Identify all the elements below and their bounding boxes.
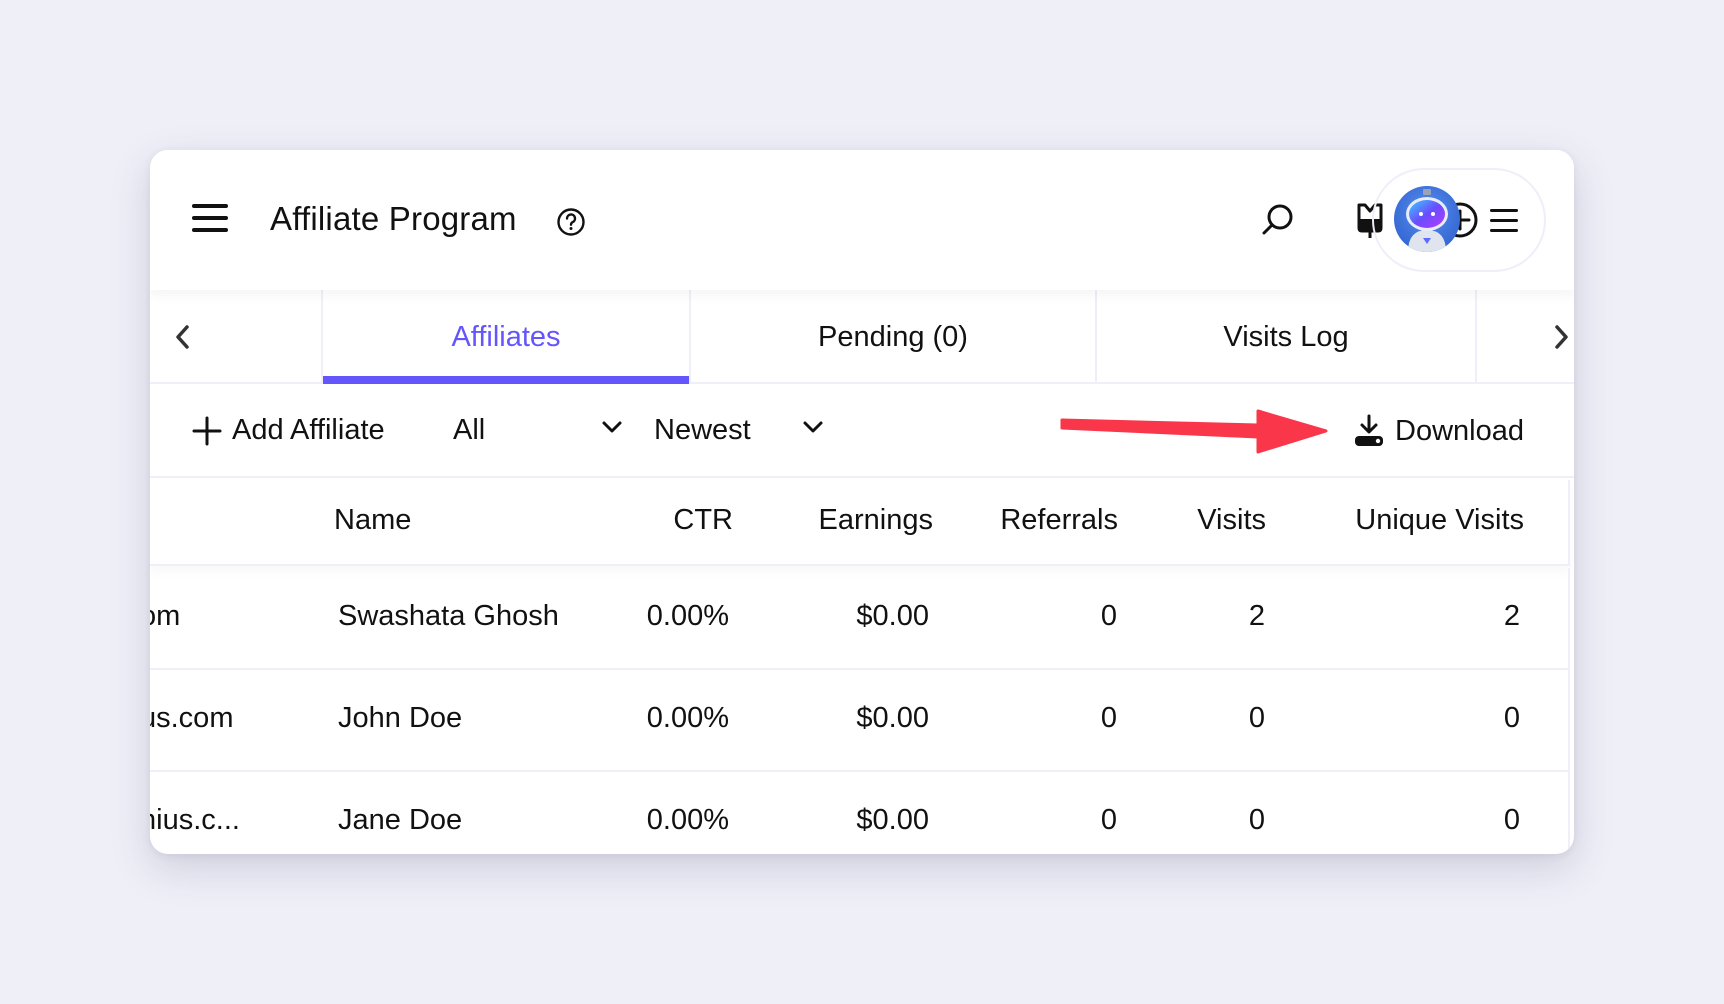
column-header-name[interactable]: Name [334, 504, 411, 537]
cell-unique-visits: 0 [1503, 804, 1520, 836]
plus-icon [192, 416, 222, 445]
column-header-unique-visits[interactable]: Unique Visits [1355, 504, 1524, 537]
column-header-visits[interactable]: Visits [1197, 504, 1266, 537]
download-label: Download [1395, 414, 1524, 447]
column-header-ctr[interactable]: CTR [673, 504, 733, 537]
search-icon[interactable] [1258, 200, 1298, 240]
cell-visits: 0 [1248, 702, 1265, 734]
tab-pending[interactable]: Pending (0) [689, 290, 1095, 384]
table-toolbar: Add Affiliate All Newest Download [150, 386, 1574, 478]
chevron-down-icon [602, 421, 622, 433]
cell-referrals: 0 [1100, 600, 1117, 632]
tab-label: Affiliates [451, 320, 561, 353]
cell-ctr: 0.00% [646, 702, 729, 734]
cell-referrals: 0 [1100, 702, 1117, 734]
status-filter-select[interactable]: All [453, 414, 623, 447]
table-row[interactable]: nius.c... Jane Doe 0.00% $0.00 0 0 0 [150, 772, 1570, 854]
cell-email: om [150, 600, 181, 632]
status-filter-value: All [453, 414, 486, 446]
avatar[interactable] [1394, 186, 1460, 252]
cell-ctr: 0.00% [646, 600, 729, 632]
cell-earnings: $0.00 [856, 600, 929, 632]
help-icon[interactable] [556, 207, 586, 237]
table-header: Name CTR Earnings Referrals Visits Uniqu… [150, 480, 1570, 566]
app-header: Affiliate Program [150, 150, 1574, 290]
add-affiliate-button[interactable]: Add Affiliate [192, 414, 385, 447]
cell-referrals: 0 [1100, 804, 1117, 836]
chevron-down-icon [803, 421, 823, 433]
tab-label: Pending (0) [818, 320, 968, 353]
tab-bar: Affiliates Pending (0) Visits Log [150, 290, 1574, 384]
cell-email: nius.c... [150, 804, 240, 836]
column-header-earnings[interactable]: Earnings [819, 504, 933, 537]
page-title: Affiliate Program [270, 200, 517, 237]
cell-name: Swashata Ghosh [338, 600, 559, 632]
menu-icon[interactable] [192, 202, 228, 234]
tab-affiliates[interactable]: Affiliates [321, 290, 689, 384]
chevron-left-icon[interactable] [168, 320, 198, 354]
cell-ctr: 0.00% [646, 804, 729, 836]
sort-select[interactable]: Newest [654, 414, 824, 447]
tab-visits-log[interactable]: Visits Log [1095, 290, 1475, 384]
cell-visits: 2 [1248, 600, 1265, 632]
download-icon [1355, 414, 1383, 446]
cell-name: Jane Doe [338, 804, 463, 836]
cell-unique-visits: 2 [1503, 600, 1520, 632]
chevron-right-icon[interactable] [1546, 320, 1574, 354]
cell-name: John Doe [338, 702, 463, 734]
add-affiliate-label: Add Affiliate [232, 414, 385, 446]
sort-value: Newest [654, 414, 751, 446]
cell-email: us.com [150, 702, 234, 734]
cell-earnings: $0.00 [856, 702, 929, 734]
cell-visits: 0 [1248, 804, 1265, 836]
tab-label: Visits Log [1223, 320, 1349, 353]
affiliate-program-card: Affiliate Program Affiliates Pending (0)… [150, 150, 1574, 854]
cell-earnings: $0.00 [856, 804, 929, 836]
profile-menu-button[interactable] [1372, 168, 1546, 272]
download-button[interactable]: Download [1353, 414, 1524, 448]
table-row[interactable]: om Swashata Ghosh 0.00% $0.00 0 2 2 [150, 568, 1570, 670]
column-header-referrals[interactable]: Referrals [1000, 504, 1118, 537]
table-row[interactable]: us.com John Doe 0.00% $0.00 0 0 0 [150, 670, 1570, 772]
cell-unique-visits: 0 [1503, 702, 1520, 734]
profile-menu-icon[interactable] [1490, 208, 1518, 232]
